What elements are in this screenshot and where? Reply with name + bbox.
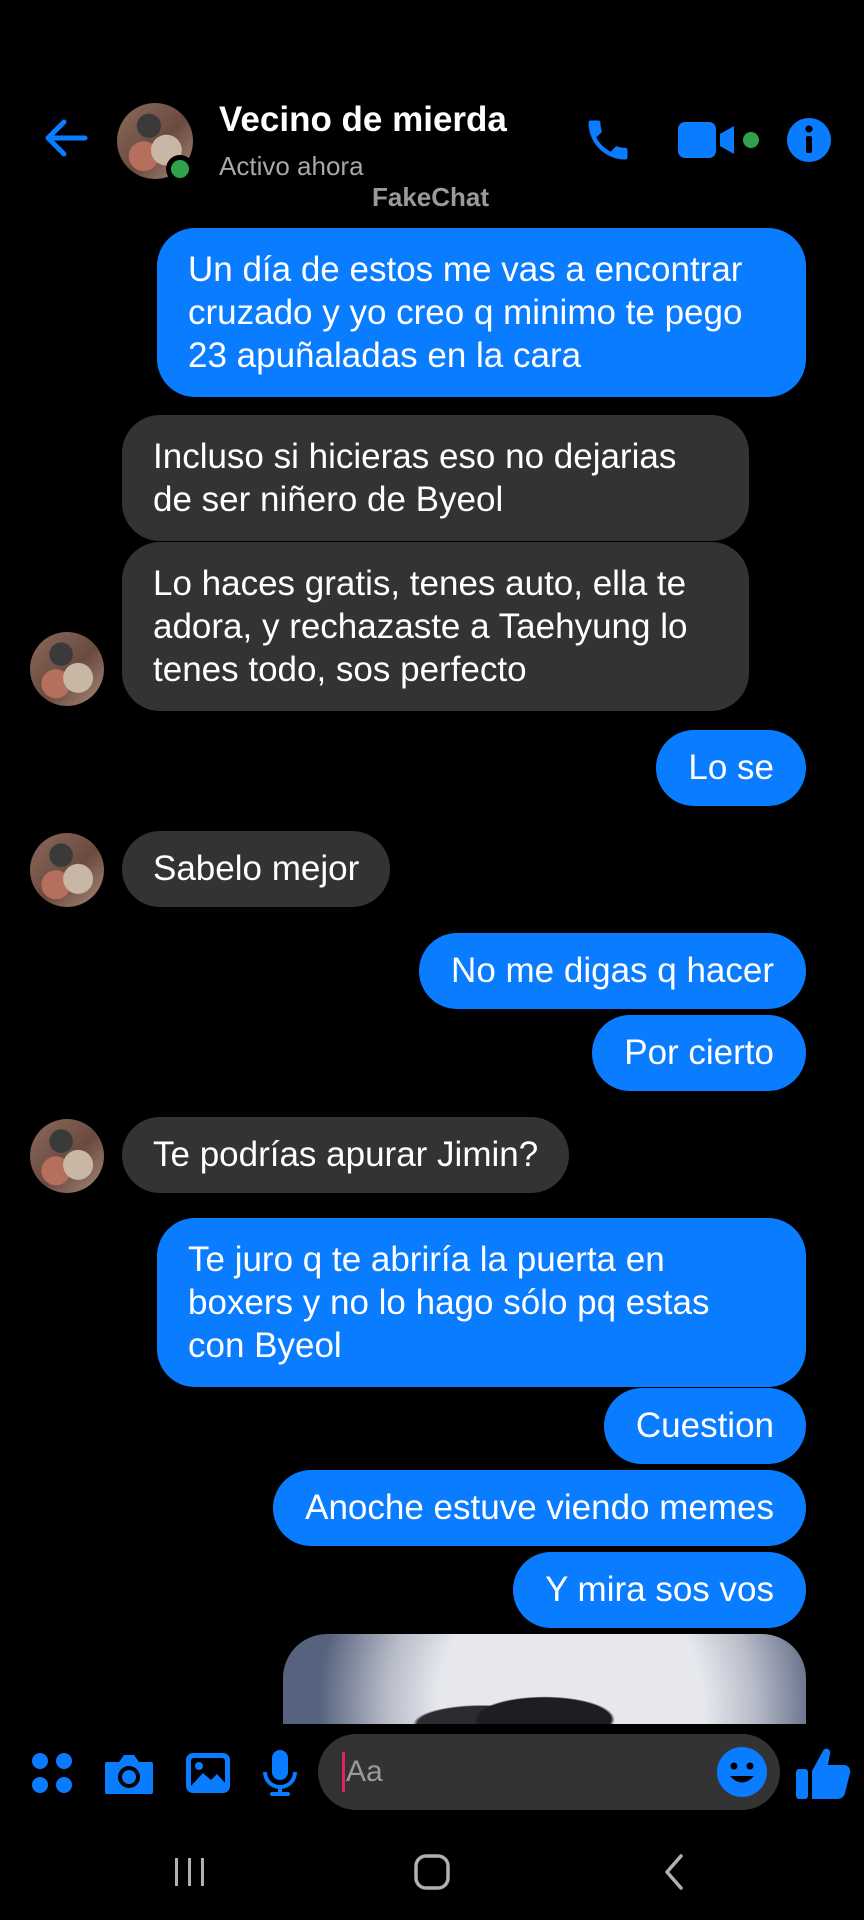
apps-grid-icon[interactable] [24,1745,80,1801]
system-navigation-bar [0,1824,864,1920]
camera-icon[interactable] [101,1745,157,1801]
watermark: FakeChat [372,182,490,212]
emoji-icon[interactable] [714,1744,770,1800]
message-bubble-received[interactable]: Lo haces gratis, tenes auto, ella te ado… [122,542,749,711]
info-icon[interactable] [783,112,835,168]
recents-icon[interactable] [168,1844,212,1900]
message-bubble-sent[interactable]: Te juro q te abriría la puerta en boxers… [157,1218,806,1387]
thumbs-up-icon[interactable] [792,1742,854,1804]
message-bubble-sent[interactable]: Y mira sos vos [513,1552,806,1628]
avatar[interactable] [30,833,104,907]
message-bubble-sent[interactable]: Cuestion [603,1388,806,1464]
text-caret [342,1752,345,1792]
message-input-container[interactable] [318,1734,780,1810]
video-camera-icon[interactable] [676,112,766,168]
contact-name[interactable]: Vecino de mierda [219,100,507,140]
message-composer [0,1724,864,1824]
message-bubble-received[interactable]: Sabelo mejor [122,831,391,907]
message-bubble-sent[interactable]: Anoche estuve viendo memes [273,1470,806,1546]
message-input[interactable] [346,1734,706,1810]
back-arrow-icon[interactable] [40,112,92,164]
chat-header: Vecino de mierda Activo ahora FakeChat [0,0,864,220]
message-bubble-sent[interactable]: Lo se [656,730,806,806]
avatar[interactable] [30,1119,104,1193]
avatar[interactable] [30,632,104,706]
message-bubble-sent[interactable]: Por cierto [592,1015,806,1091]
home-icon[interactable] [410,1844,454,1900]
message-bubble-sent[interactable]: Un día de estos me vas a encontrar cruza… [157,228,806,397]
online-status-dot [166,155,194,183]
back-icon[interactable] [652,1844,696,1900]
message-bubble-received[interactable]: Te podrías apurar Jimin? [122,1117,570,1193]
image-message[interactable] [283,1634,806,1724]
active-status: Activo ahora [219,151,364,181]
microphone-icon[interactable] [252,1745,308,1801]
message-bubble-sent[interactable]: No me digas q hacer [419,933,806,1009]
image-icon[interactable] [180,1745,236,1801]
message-bubble-received[interactable]: Incluso si hicieras eso no dejarias de s… [122,415,749,541]
phone-icon[interactable] [578,112,638,168]
